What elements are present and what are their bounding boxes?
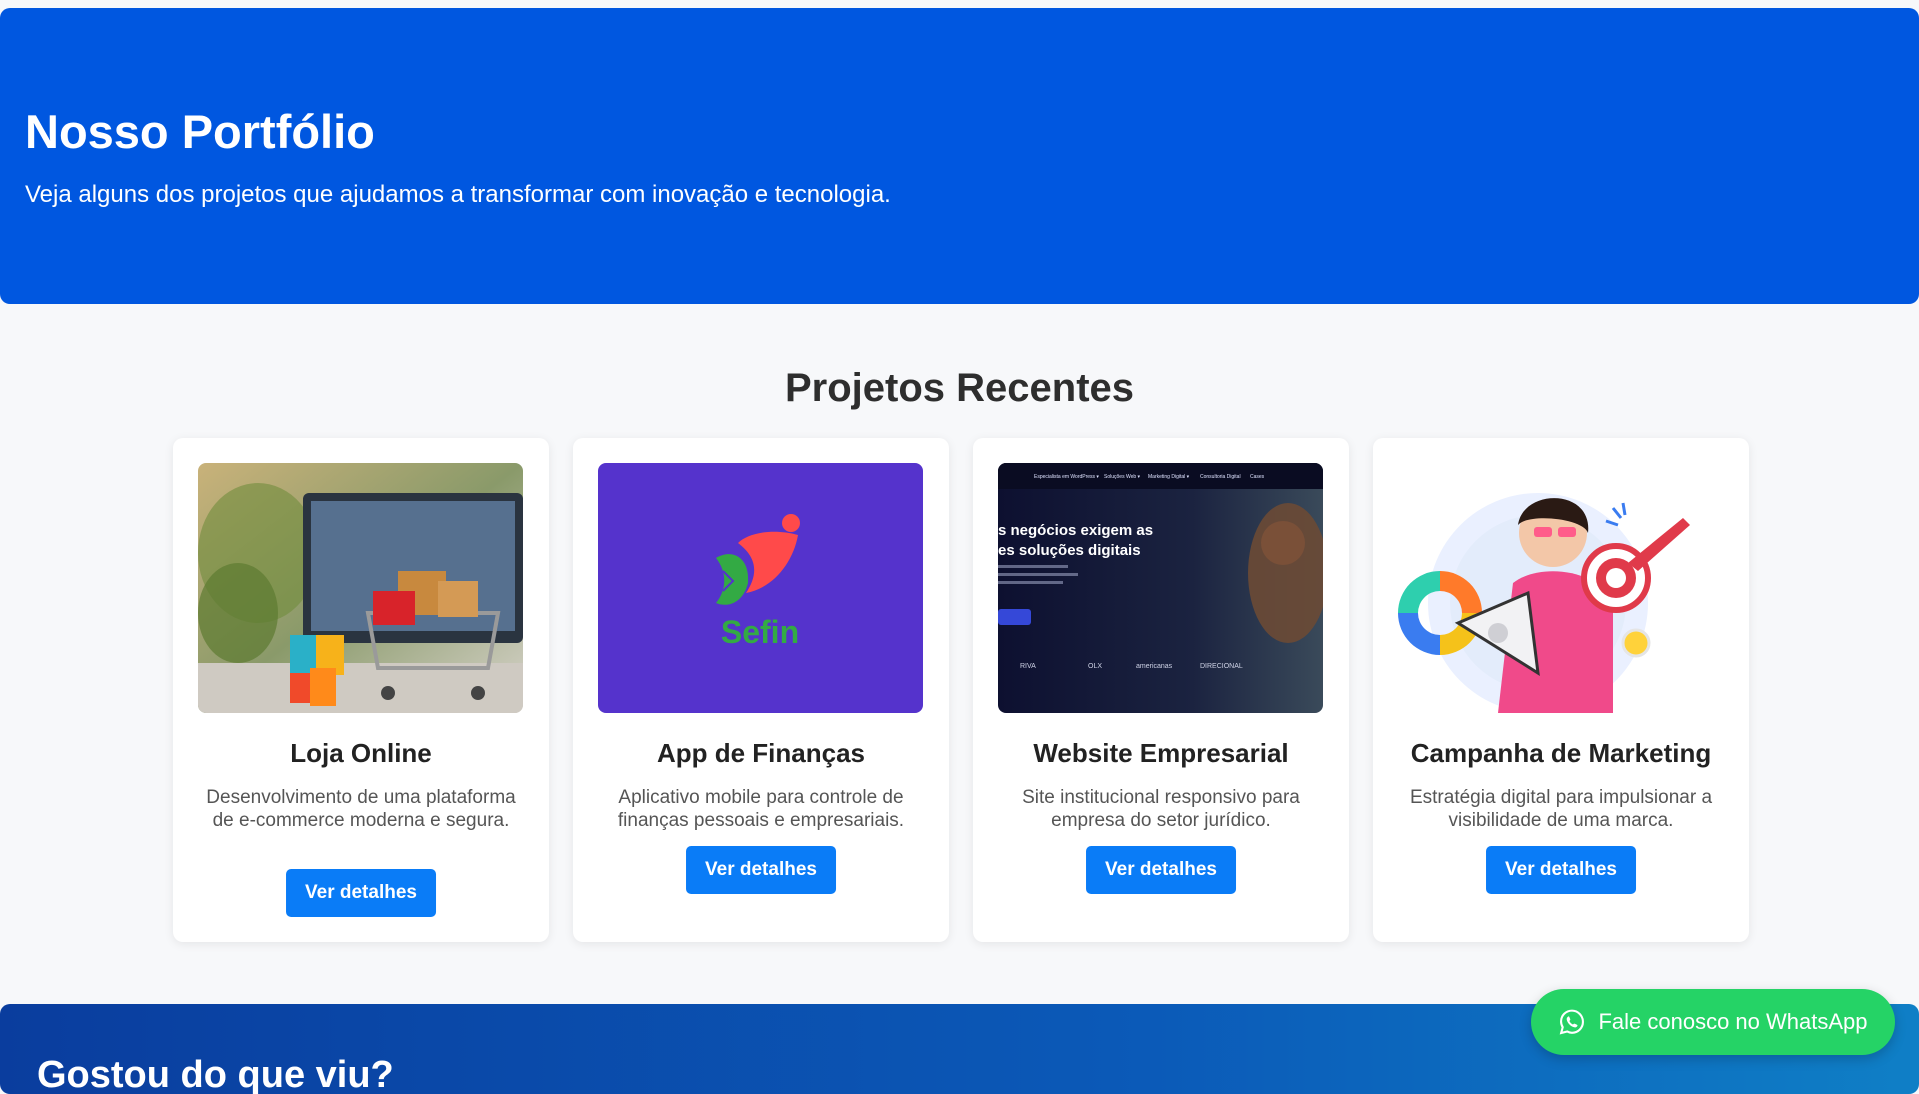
project-image-sefin: Sefin xyxy=(598,463,923,713)
website-nav-5: Cases xyxy=(1250,474,1265,480)
cta-title: Gostou do que viu? xyxy=(37,1054,394,1094)
client-logo: americanas xyxy=(1136,663,1173,670)
hero-subtitle: Veja alguns dos projetos que ajudamos a … xyxy=(25,181,891,208)
view-details-button[interactable]: Ver detalhes xyxy=(686,846,836,894)
website-headline-1: s negócios exigem as xyxy=(998,522,1153,539)
client-logo: DIRECIONAL xyxy=(1200,663,1243,670)
client-logo: OLX xyxy=(1088,663,1102,670)
website-nav-4: Consultoria Digital xyxy=(1200,474,1241,480)
sefin-logo-text: Sefin xyxy=(721,614,799,650)
project-card-website-empresarial: Especialista em WordPress ▾ Soluções Web… xyxy=(973,438,1349,942)
project-description: Aplicativo mobile para controle de finan… xyxy=(617,787,905,831)
marketing-illustration xyxy=(1398,463,1723,713)
view-details-button[interactable]: Ver detalhes xyxy=(1086,846,1236,894)
shopping-cart-illustration xyxy=(198,463,523,713)
project-image-marketing xyxy=(1398,463,1723,713)
website-headline-2: es soluções digitais xyxy=(998,542,1141,559)
project-title: Website Empresarial xyxy=(1033,738,1289,768)
project-description: Estratégia digital para impulsionar a vi… xyxy=(1409,787,1713,831)
website-screenshot: Especialista em WordPress ▾ Soluções Web… xyxy=(998,463,1323,713)
hero-banner: Nosso Portfólio Veja alguns dos projetos… xyxy=(0,8,1919,304)
project-card-app-financas: Sefin App de Finanças Aplicativo mobile … xyxy=(573,438,949,942)
section-title: Projetos Recentes xyxy=(784,366,1135,410)
project-card-loja-online: Loja Online Desenvolvimento de uma plata… xyxy=(173,438,549,942)
sefin-logo-image: Sefin xyxy=(598,463,923,713)
project-title: App de Finanças xyxy=(656,738,866,768)
website-nav-2: Soluções Web ▾ xyxy=(1104,474,1141,480)
client-logo: RIVA xyxy=(1020,663,1036,670)
whatsapp-contact-button[interactable]: Fale conosco no WhatsApp xyxy=(1531,989,1895,1055)
view-details-button[interactable]: Ver detalhes xyxy=(1486,846,1636,894)
projects-grid: Loja Online Desenvolvimento de uma plata… xyxy=(173,438,1749,942)
project-image-ecommerce xyxy=(198,463,523,713)
project-description: Desenvolvimento de uma plataforma de e-c… xyxy=(206,787,516,831)
whatsapp-icon xyxy=(1560,1009,1585,1035)
view-details-button[interactable]: Ver detalhes xyxy=(286,869,436,917)
project-image-website: Especialista em WordPress ▾ Soluções Web… xyxy=(998,463,1323,713)
project-title: Campanha de Marketing xyxy=(1410,738,1712,768)
page-title: Nosso Portfólio xyxy=(25,105,375,158)
project-description: Site institucional responsivo para empre… xyxy=(1022,787,1300,831)
project-title: Loja Online xyxy=(290,738,432,768)
project-card-campanha-marketing: Campanha de Marketing Estratégia digital… xyxy=(1373,438,1749,942)
whatsapp-button-label: Fale conosco no WhatsApp xyxy=(1598,1009,1868,1034)
website-nav-3: Marketing Digital ▾ xyxy=(1148,474,1190,480)
website-nav-1: Especialista em WordPress ▾ xyxy=(1034,474,1099,480)
